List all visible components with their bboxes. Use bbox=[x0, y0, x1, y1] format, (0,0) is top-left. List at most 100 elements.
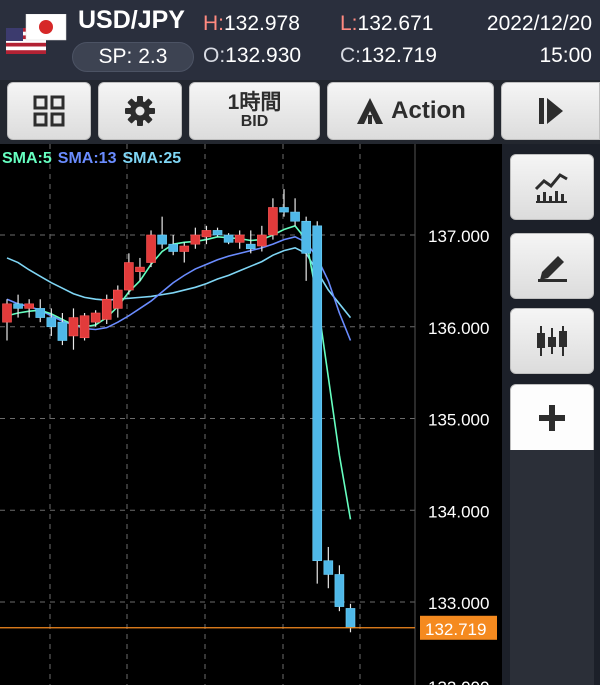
bear-candle-body bbox=[57, 321, 68, 341]
candle bbox=[268, 198, 278, 240]
action-button[interactable]: Action bbox=[327, 82, 494, 140]
bull-candle-body bbox=[79, 315, 90, 339]
settings-button[interactable] bbox=[98, 82, 182, 140]
sma5-legend: SMA:5 bbox=[2, 150, 52, 167]
currency-pair[interactable]: USD/JPY bbox=[78, 6, 185, 35]
plus-icon bbox=[539, 405, 565, 431]
candles bbox=[2, 189, 356, 633]
candle bbox=[290, 198, 300, 226]
bull-candle-body bbox=[190, 234, 201, 245]
bull-candle-body bbox=[101, 298, 112, 320]
candle bbox=[223, 233, 234, 245]
bull-candle-body bbox=[146, 234, 156, 263]
bear-candle-body bbox=[223, 234, 234, 243]
bear-candle-body bbox=[245, 243, 256, 250]
close-price: C:132.719 bbox=[340, 44, 437, 68]
layout-button[interactable] bbox=[7, 82, 91, 140]
candle bbox=[157, 216, 167, 249]
close-value: 132.719 bbox=[361, 44, 437, 67]
action-label: Action bbox=[391, 97, 466, 124]
indicator-chart-icon bbox=[534, 173, 568, 203]
price-tick-label: 136.000 bbox=[428, 319, 489, 338]
high-label: H: bbox=[203, 12, 224, 35]
price-axis: 137.000 136.000 135.000 134.000 133.000 132.0… bbox=[0, 227, 497, 685]
open-label: O: bbox=[203, 44, 226, 67]
bull-candle-body bbox=[124, 262, 134, 291]
candle bbox=[2, 299, 12, 341]
candle bbox=[146, 230, 156, 268]
indicator-button[interactable] bbox=[510, 154, 594, 220]
bull-candle-body bbox=[234, 234, 245, 243]
sma-legend: SMA:5 SMA:13 SMA:25 bbox=[2, 150, 187, 168]
candle bbox=[257, 225, 267, 252]
bull-candle-body bbox=[135, 266, 145, 273]
price-type-label: BID bbox=[240, 112, 269, 130]
candle bbox=[323, 546, 334, 589]
candle bbox=[312, 221, 323, 584]
grid-icon bbox=[33, 95, 65, 127]
pencil-icon bbox=[538, 256, 567, 282]
bar-time: 15:00 bbox=[539, 44, 592, 67]
bear-candle-body bbox=[157, 234, 167, 245]
bar-date: 2022/12/20 bbox=[486, 12, 592, 35]
low-price: L:132.671 bbox=[340, 12, 433, 36]
draw-button[interactable] bbox=[510, 233, 594, 299]
play-forward-button[interactable] bbox=[501, 82, 600, 140]
play-forward-icon bbox=[538, 98, 563, 124]
candle bbox=[35, 299, 46, 323]
bull-candle-body bbox=[90, 312, 101, 323]
sma25-line bbox=[6, 246, 352, 319]
candle bbox=[101, 294, 112, 324]
bull-candle-body bbox=[113, 289, 123, 309]
candle bbox=[334, 565, 345, 612]
candle bbox=[301, 216, 311, 281]
bear-candle-body bbox=[334, 574, 345, 607]
bear-candle-body bbox=[212, 230, 223, 236]
timeframe-button[interactable]: 1時間 BID bbox=[189, 82, 320, 140]
bear-candle-body bbox=[323, 560, 334, 575]
candle bbox=[90, 310, 101, 327]
candle bbox=[24, 299, 34, 318]
bull-candle-body bbox=[179, 245, 190, 252]
chart-type-button[interactable] bbox=[510, 308, 594, 374]
add-button[interactable] bbox=[510, 384, 594, 452]
price-tick-label: 134.000 bbox=[428, 502, 489, 521]
candle bbox=[279, 189, 289, 217]
candle bbox=[201, 225, 212, 245]
gear-icon bbox=[125, 96, 155, 126]
candle bbox=[113, 285, 123, 318]
current-price-label: 132.719 bbox=[425, 620, 486, 639]
bear-candle-body bbox=[345, 608, 356, 628]
open-price: O:132.930 bbox=[203, 44, 301, 68]
timeframe-label: 1時間 bbox=[227, 90, 282, 114]
candle bbox=[124, 253, 134, 295]
chart-toolbar: 1時間 BID Action bbox=[0, 80, 600, 144]
candle bbox=[168, 235, 178, 256]
candlestick-icon bbox=[537, 326, 567, 356]
candle bbox=[79, 312, 90, 341]
bear-candle-body bbox=[290, 211, 300, 222]
candle bbox=[190, 227, 201, 249]
sma5-line bbox=[6, 224, 352, 520]
chart-grid bbox=[0, 144, 416, 685]
bear-candle-body bbox=[301, 220, 311, 254]
bear-candle-body bbox=[46, 317, 57, 328]
close-label: C: bbox=[340, 44, 361, 67]
bull-candle-body bbox=[257, 234, 267, 247]
high-price: H:132.978 bbox=[203, 12, 300, 36]
sma-lines bbox=[6, 224, 352, 520]
quote-header: USD/JPY SP: 2.3 H:132.978 O:132.930 L:13… bbox=[0, 0, 600, 80]
sma25-legend: SMA:25 bbox=[122, 150, 182, 167]
candle bbox=[68, 308, 79, 350]
action-a-icon bbox=[357, 98, 384, 124]
sma13-legend: SMA:13 bbox=[57, 150, 117, 167]
price-tick-label: 137.000 bbox=[428, 227, 489, 246]
open-value: 132.930 bbox=[225, 44, 302, 67]
bull-candle-body bbox=[24, 303, 34, 309]
low-value: 132.671 bbox=[357, 12, 434, 35]
bull-candle-body bbox=[2, 303, 12, 323]
price-tick-label: 135.000 bbox=[428, 411, 489, 430]
candle bbox=[234, 230, 245, 249]
bull-candle-body bbox=[68, 317, 79, 337]
low-label: L: bbox=[340, 12, 358, 35]
